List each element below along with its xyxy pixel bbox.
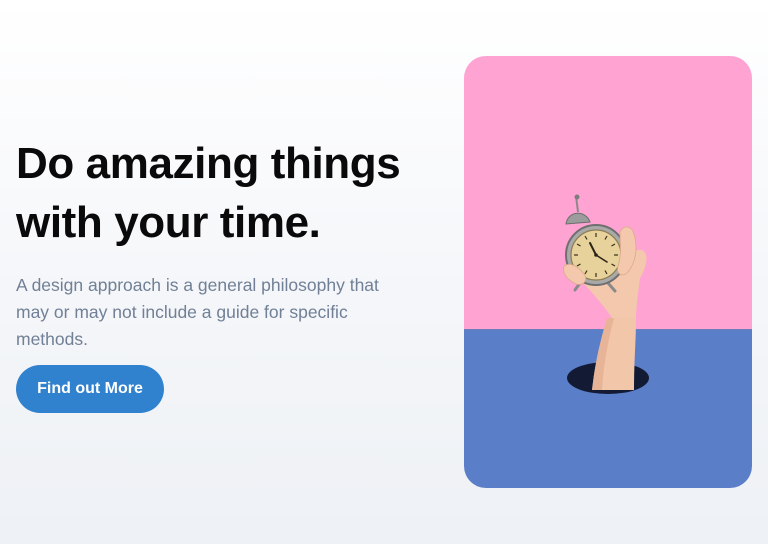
- headline-line-1: Do amazing things: [16, 139, 401, 188]
- hero-description: A design approach is a general philosoph…: [16, 275, 379, 349]
- hero-section: Do amazing things with your time. A desi…: [16, 134, 446, 353]
- hero-headline: Do amazing things with your time.: [16, 134, 446, 252]
- alarm-clock-illustration: [464, 56, 752, 488]
- headline-line-2: with your time.: [16, 198, 321, 247]
- find-out-more-button[interactable]: Find out More: [16, 365, 164, 413]
- hero-image: [464, 56, 752, 488]
